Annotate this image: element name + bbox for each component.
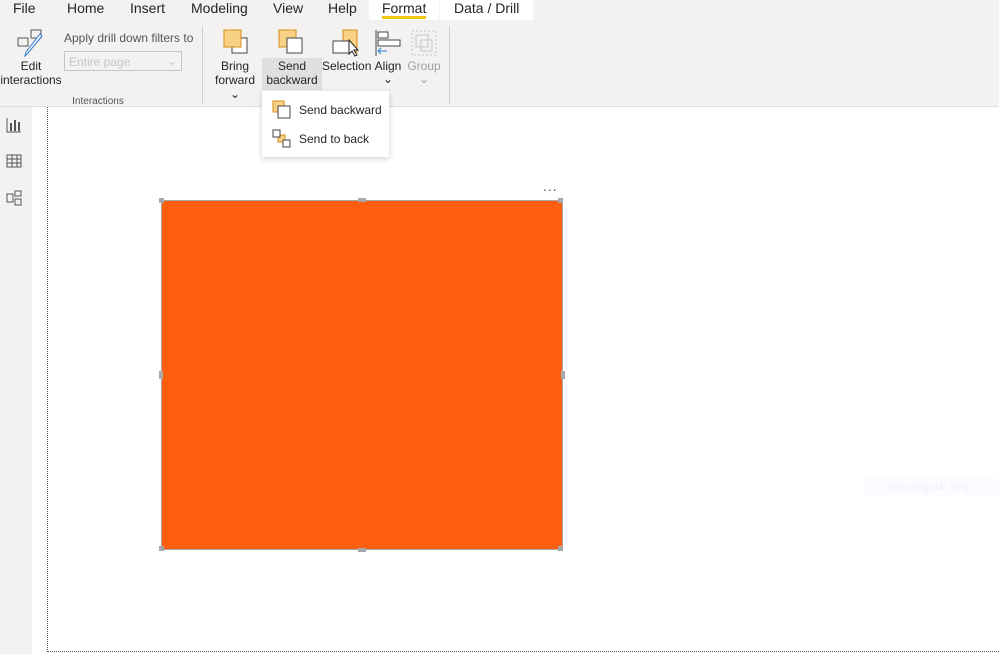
model-view-icon[interactable] [6,190,22,206]
bring-forward-label-1: Bring [220,59,249,73]
resize-handle[interactable] [561,371,565,379]
ribbon-tabs: File Home Insert Modeling View Help Form… [0,0,999,20]
edit-interactions-button[interactable]: Edit interactions [0,26,62,90]
selection-label: Selection [322,59,372,73]
group-label: Group [407,59,441,73]
ribbon: Edit interactions Apply drill down filte… [0,20,999,107]
tab-format[interactable]: Format [369,0,440,20]
drill-filter-value: Entire page [69,55,131,69]
menu-item-send-to-back[interactable]: Send to back [262,125,389,153]
align-button[interactable]: Align ⌄ [372,26,404,90]
menu-item-send-backward[interactable]: Send backward [262,96,389,124]
tab-home[interactable]: Home [67,0,104,20]
send-backward-icon [278,29,303,54]
resize-handle[interactable] [159,371,163,379]
send-backward-label-1: Send [277,59,307,73]
resize-handle[interactable] [159,546,164,551]
rectangle-shape[interactable] [161,200,563,550]
resize-handle[interactable] [558,546,563,551]
resize-handle[interactable] [558,198,563,203]
chevron-down-icon: ⌄ [418,72,430,86]
send-backward-menu: Send backward Send to back [262,91,389,157]
tab-view[interactable]: View [273,0,303,20]
send-backward-content[interactable]: Send backward ⌄ [262,26,322,101]
tab-modeling[interactable]: Modeling [191,0,248,20]
snip-label: Rectangular Snip [888,481,973,493]
tab-help[interactable]: Help [328,0,357,20]
send-backward-icon [272,100,291,119]
send-backward-text: backward [266,73,318,87]
edit-interactions-icon [17,29,43,58]
tab-insert[interactable]: Insert [130,0,165,20]
edit-label-1: Edit [20,59,42,73]
separator [202,26,203,104]
bring-forward-button[interactable]: Bring forward ⌄ [210,26,260,101]
selection-icon [332,29,360,57]
more-options-button[interactable]: ... [543,178,558,194]
menu-item-label: Send backward [299,103,382,117]
selection-button[interactable]: Selection [322,26,372,90]
data-view-icon[interactable] [6,153,22,169]
chevron-down-icon: ⌄ [382,72,394,86]
group-button: Group ⌄ [406,26,442,90]
drill-filter-dropdown[interactable]: Entire page ⌄ [64,51,182,71]
drill-filter-label: Apply drill down filters to [64,31,194,45]
resize-handle[interactable] [358,198,366,202]
resize-handle[interactable] [358,548,366,552]
align-icon [375,30,401,56]
tab-data-drill[interactable]: Data / Drill [440,0,534,20]
separator [449,26,450,104]
bring-forward-icon [223,29,248,54]
send-to-back-icon [272,129,291,148]
group-icon [411,30,437,56]
bring-forward-label-2: forward ⌄ [214,73,255,101]
menu-item-label: Send to back [299,132,370,146]
align-label: Align [374,59,402,73]
view-sidebar [0,107,32,654]
tab-format-label: Format [382,0,427,19]
bring-forward-text: forward [214,73,255,87]
chevron-down-icon: ⌄ [166,54,177,68]
resize-handle[interactable] [159,198,164,203]
edit-label-2: interactions [0,73,62,87]
snip-watermark: Rectangular Snip [864,478,999,496]
tab-file[interactable]: File [13,0,36,20]
report-view-icon[interactable] [6,117,22,133]
